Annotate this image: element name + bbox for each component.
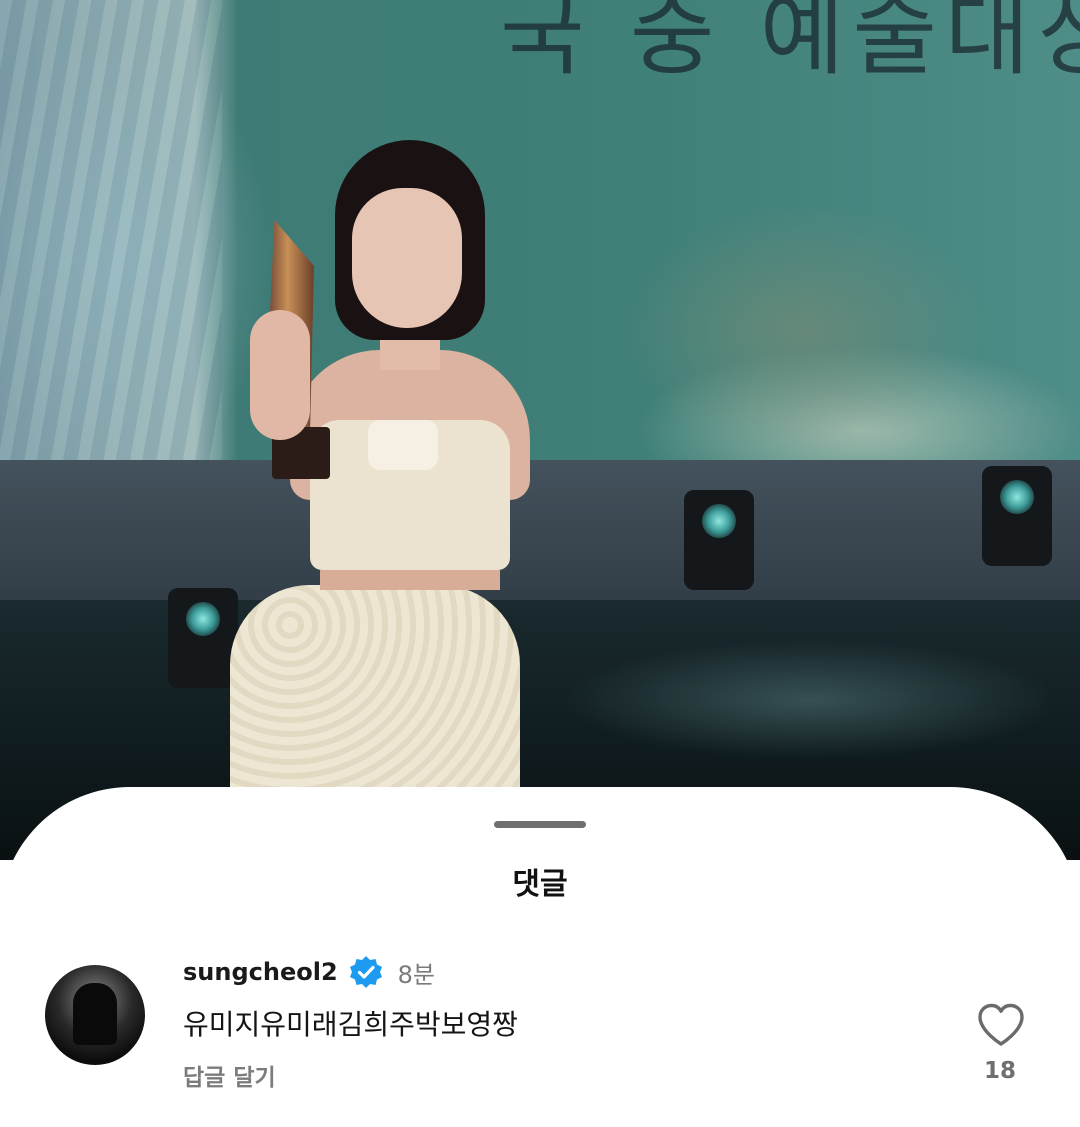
verified-badge-icon <box>348 954 384 990</box>
comment-text: 유미지유미래김희주박보영짱 <box>183 1008 518 1041</box>
hand <box>250 310 310 440</box>
heart-icon <box>978 1003 1024 1046</box>
comment-time: 8분 <box>397 960 435 989</box>
stage-light-right <box>982 466 1052 566</box>
stage-light-center <box>684 490 754 590</box>
sheet-title: 댓글 <box>512 867 568 902</box>
drag-handle[interactable] <box>494 821 586 828</box>
screen-title-text: 국 중 예술대상 <box>500 0 1080 88</box>
screen-side-panel <box>0 0 222 520</box>
floor-reflection <box>560 640 1060 760</box>
like-button[interactable] <box>972 999 1030 1051</box>
stage-light-left <box>168 588 238 688</box>
award-winner <box>230 130 530 795</box>
comment-username[interactable]: sungcheol2 <box>183 958 338 986</box>
face <box>352 188 462 328</box>
comments-sheet: 댓글 sungcheol2 8분 유미지유미래김희주박보영짱 답글 달기 18 <box>0 787 1080 1127</box>
post-photo: 국 중 예술대상 <box>0 0 1080 860</box>
skirt <box>230 585 520 795</box>
avatar-figure <box>73 983 117 1045</box>
like-count: 18 <box>983 1058 1016 1084</box>
waist <box>320 570 500 590</box>
reply-button[interactable]: 답글 달기 <box>183 1058 276 1092</box>
avatar[interactable] <box>45 965 145 1065</box>
stage-screen: 국 중 예술대상 <box>0 0 1080 520</box>
dress-bow <box>368 420 438 470</box>
comment-header: sungcheol2 8분 <box>183 955 435 989</box>
